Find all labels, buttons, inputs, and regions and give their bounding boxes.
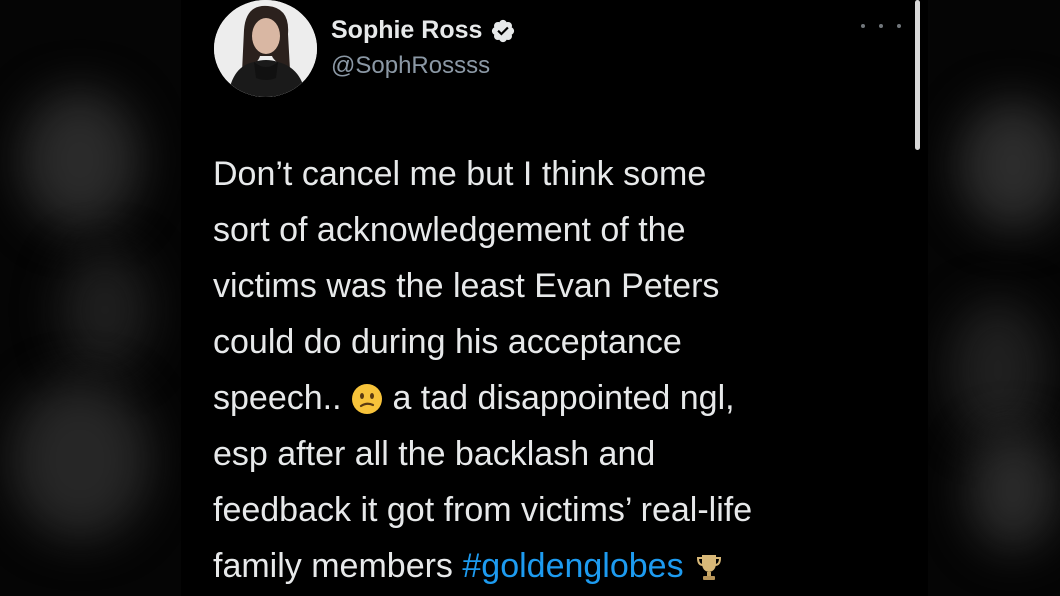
tweet-line: speech.. a tad disappointed ngl, — [213, 370, 913, 426]
tweet-text-fragment: family members — [213, 547, 453, 585]
more-icon-dot — [879, 24, 883, 28]
more-icon-dot — [861, 24, 865, 28]
verified-badge-icon — [490, 18, 516, 44]
tweet-text-fragment: a tad disappointed ngl, — [392, 379, 735, 417]
tweet-line: feedback it got from victims’ real-life — [213, 491, 753, 529]
hashtag-link[interactable]: #goldenglobes — [462, 547, 683, 585]
confused-face-icon — [351, 376, 383, 414]
trophy-icon — [693, 544, 725, 580]
author-display-name[interactable]: Sophie Ross — [331, 16, 482, 45]
tweet-line: family members #goldenglobes — [213, 538, 913, 594]
author-name-row[interactable]: Sophie Ross — [331, 16, 516, 45]
tweet-text-fragment: speech.. — [213, 379, 342, 417]
avatar[interactable] — [214, 0, 317, 97]
avatar-photo-icon — [214, 0, 317, 97]
tweet-line: could do during his acceptance — [213, 323, 682, 361]
tweet-card: Sophie Ross @SophRossss Don’t cancel me … — [181, 0, 928, 596]
blurred-backdrop-right — [928, 0, 1060, 596]
more-options-button[interactable] — [861, 14, 901, 38]
scrollbar-thumb[interactable] — [915, 0, 920, 150]
tweet-line: victims was the least Evan Peters — [213, 267, 720, 305]
author-handle[interactable]: @SophRossss — [331, 52, 490, 80]
more-icon-dot — [897, 24, 901, 28]
tweet-line: esp after all the backlash and — [213, 435, 656, 473]
tweet-text: Don’t cancel me but I think some sort of… — [213, 146, 913, 594]
tweet-line: Don’t cancel me but I think some — [213, 155, 707, 193]
tweet-line: sort of acknowledgement of the — [213, 211, 686, 249]
blurred-backdrop-left — [0, 0, 181, 596]
